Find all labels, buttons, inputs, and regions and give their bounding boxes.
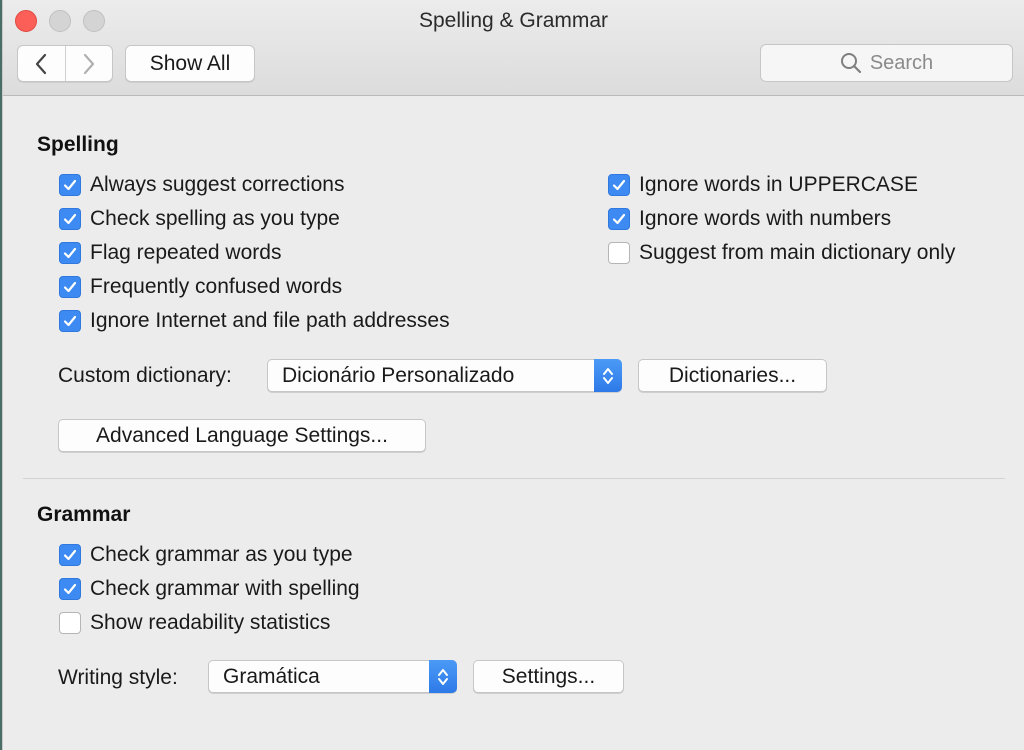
checkbox-option[interactable]: Frequently confused words: [59, 275, 342, 299]
checkmark-icon: [63, 247, 77, 259]
spelling-section-title: Spelling: [37, 133, 119, 156]
popup-stepper-icon: [594, 359, 622, 392]
checkbox-label: Suggest from main dictionary only: [639, 241, 956, 264]
checkbox-checked[interactable]: [59, 578, 81, 600]
custom-dictionary-value: Dicionário Personalizado: [282, 363, 515, 387]
checkbox-label: Show readability statistics: [90, 611, 331, 634]
forward-button[interactable]: [64, 46, 113, 81]
checkbox-checked[interactable]: [608, 208, 630, 230]
checkmark-icon: [63, 213, 77, 225]
search-icon: [840, 53, 861, 74]
chevron-right-icon: [83, 53, 94, 74]
checkmark-icon: [63, 549, 77, 561]
checkbox-label: Check grammar with spelling: [90, 577, 360, 600]
checkbox-option[interactable]: Always suggest corrections: [59, 173, 344, 197]
checkbox-checked[interactable]: [59, 242, 81, 264]
search-field[interactable]: Search: [760, 44, 1013, 82]
checkbox-checked[interactable]: [59, 208, 81, 230]
search-placeholder: Search: [869, 51, 934, 74]
chevron-left-icon: [36, 53, 47, 74]
window-title: Spelling & Grammar: [418, 9, 609, 32]
back-forward-group: [17, 45, 113, 82]
checkbox-checked[interactable]: [59, 544, 81, 566]
checkbox-option[interactable]: Check grammar with spelling: [59, 577, 360, 601]
checkmark-icon: [63, 583, 77, 595]
writing-style-label: Writing style:: [58, 666, 178, 689]
checkbox-option[interactable]: Show readability statistics: [59, 611, 330, 635]
checkbox-checked[interactable]: [59, 276, 81, 298]
show-all-button[interactable]: Show All: [125, 45, 255, 82]
checkbox-checked[interactable]: [59, 174, 81, 196]
checkbox-option[interactable]: Ignore words with numbers: [608, 207, 891, 231]
checkbox-option[interactable]: Suggest from main dictionary only: [608, 241, 955, 265]
checkbox-option[interactable]: Flag repeated words: [59, 241, 281, 265]
checkmark-icon: [612, 213, 626, 225]
checkmark-icon: [63, 179, 77, 191]
writing-style-popup[interactable]: Gramática: [208, 660, 457, 693]
checkbox-unchecked[interactable]: [59, 612, 81, 634]
checkbox-label: Ignore words in UPPERCASE: [639, 173, 918, 196]
writing-style-settings-button[interactable]: Settings...: [473, 660, 624, 693]
checkbox-option[interactable]: Check spelling as you type: [59, 207, 340, 231]
grammar-section-title: Grammar: [37, 503, 131, 526]
checkbox-label: Check grammar as you type: [90, 543, 353, 566]
checkbox-option[interactable]: Check grammar as you type: [59, 543, 353, 567]
checkbox-label: Ignore Internet and file path addresses: [90, 309, 450, 332]
writing-style-value: Gramática: [223, 664, 320, 688]
checkbox-option[interactable]: Ignore words in UPPERCASE: [608, 173, 918, 197]
checkmark-icon: [612, 179, 626, 191]
checkbox-unchecked[interactable]: [608, 242, 630, 264]
advanced-language-settings-button[interactable]: Advanced Language Settings...: [58, 419, 426, 452]
checkbox-label: Flag repeated words: [90, 241, 282, 264]
dictionaries-button[interactable]: Dictionaries...: [638, 359, 827, 392]
back-button[interactable]: [18, 46, 65, 81]
section-divider: [23, 478, 1005, 479]
preferences-window: Spelling & Grammar Show All Search Spell…: [2, 0, 1024, 750]
checkbox-label: Always suggest corrections: [90, 173, 345, 196]
title-bar: Spelling & Grammar Show All Search: [3, 0, 1024, 96]
checkbox-label: Check spelling as you type: [90, 207, 340, 230]
custom-dictionary-label: Custom dictionary:: [58, 364, 232, 387]
checkbox-label: Frequently confused words: [90, 275, 343, 298]
custom-dictionary-popup[interactable]: Dicionário Personalizado: [267, 359, 622, 392]
checkbox-checked[interactable]: [608, 174, 630, 196]
checkbox-checked[interactable]: [59, 310, 81, 332]
popup-stepper-icon: [429, 660, 457, 693]
checkbox-option[interactable]: Ignore Internet and file path addresses: [59, 309, 450, 333]
checkbox-label: Ignore words with numbers: [639, 207, 892, 230]
checkmark-icon: [63, 315, 77, 327]
checkmark-icon: [63, 281, 77, 293]
